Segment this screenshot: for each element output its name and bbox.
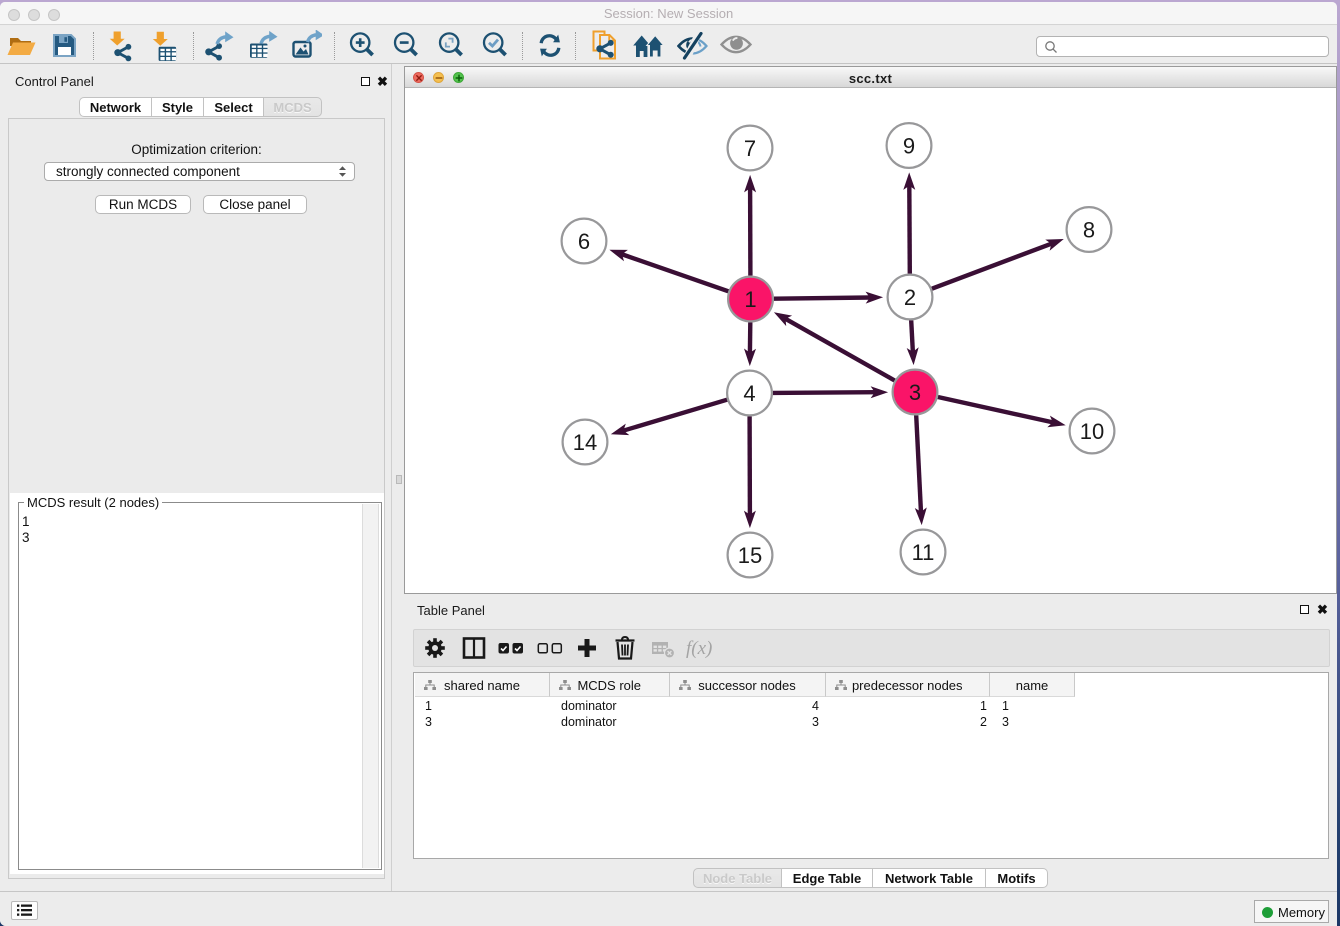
svg-text:4: 4 <box>743 381 755 406</box>
svg-text:7: 7 <box>744 136 756 161</box>
svg-text:9: 9 <box>903 133 915 158</box>
svg-text:6: 6 <box>578 229 590 254</box>
svg-text:8: 8 <box>1083 217 1095 242</box>
svg-text:14: 14 <box>573 430 597 455</box>
svg-text:11: 11 <box>912 540 935 565</box>
svg-text:15: 15 <box>738 543 762 568</box>
svg-text:10: 10 <box>1080 419 1104 444</box>
svg-text:2: 2 <box>904 285 916 310</box>
svg-text:3: 3 <box>909 380 921 405</box>
svg-text:1: 1 <box>744 287 756 312</box>
